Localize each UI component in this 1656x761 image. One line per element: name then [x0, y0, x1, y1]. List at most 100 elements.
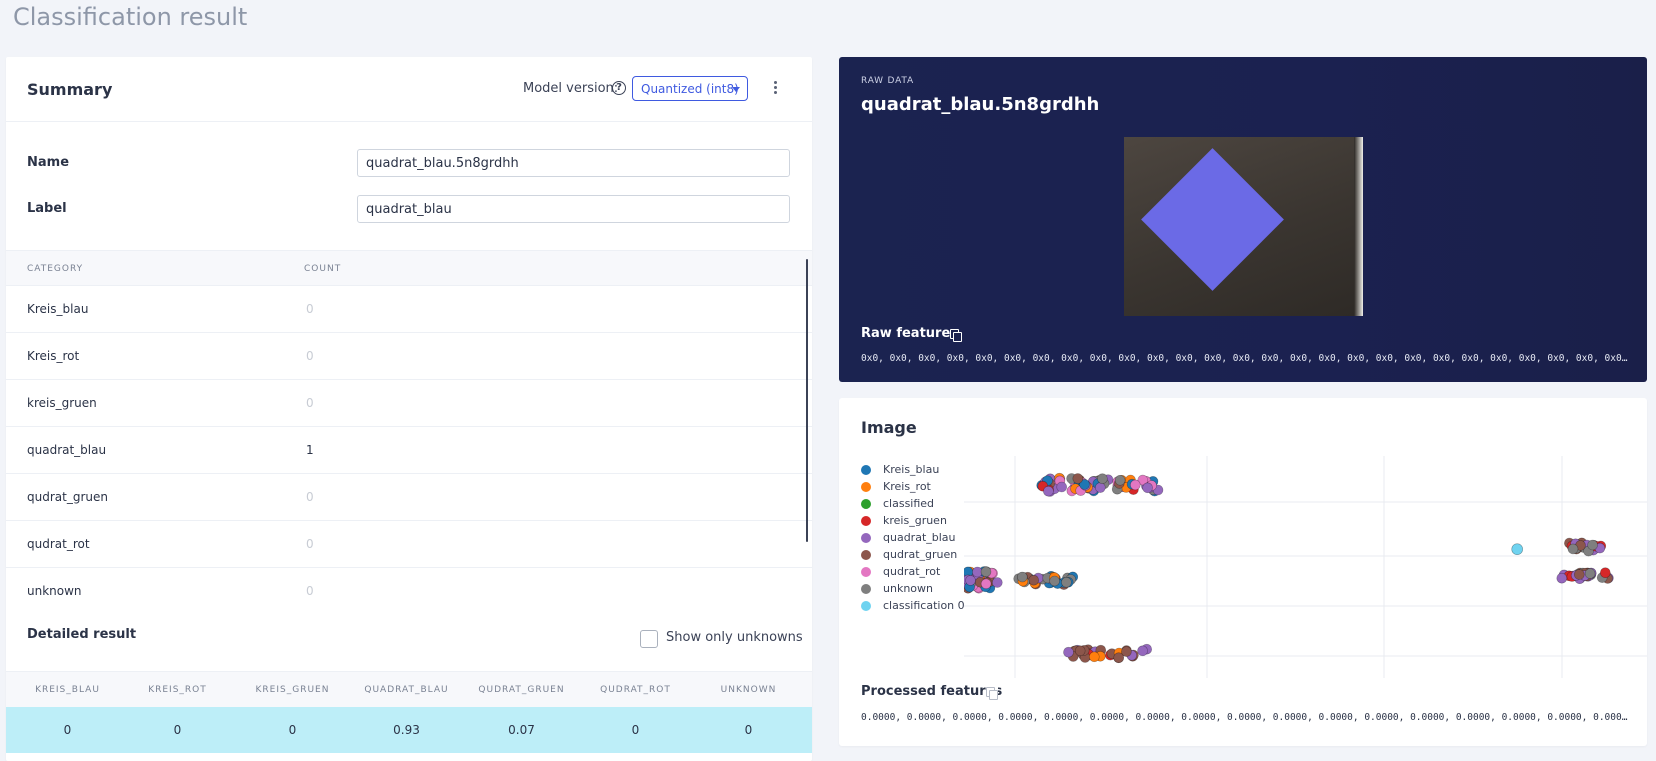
legend-label: unknown — [883, 582, 933, 595]
scatter-point — [1584, 568, 1596, 579]
scatter-point — [1028, 574, 1039, 586]
category-name: quadrat_blau — [27, 443, 107, 457]
category-name: kreis_gruen — [27, 396, 97, 410]
model-version-value: Quantized (int8) — [641, 82, 739, 96]
name-field-row: Name — [27, 149, 797, 177]
category-count: 0 — [306, 396, 314, 410]
show-unknowns-checkbox[interactable] — [640, 630, 658, 648]
category-count: 0 — [306, 584, 314, 598]
table-scrollbar[interactable] — [806, 259, 808, 542]
name-label: Name — [27, 155, 70, 170]
category-count: 0 — [306, 302, 314, 316]
table-row: unknown 0 — [6, 568, 812, 615]
category-table-header: CATEGORY COUNT — [6, 250, 812, 286]
more-options-icon[interactable] — [772, 81, 778, 97]
column-header: QUDRAT_ROT — [600, 685, 671, 695]
scatter-point — [1072, 473, 1084, 484]
scatter-point — [1130, 479, 1141, 491]
table-row: qudrat_gruen 0 — [6, 474, 812, 521]
detailed-result-row: 0 0 0 0.93 0.07 0 0 — [6, 707, 812, 753]
scatter-point — [1113, 652, 1124, 663]
scatter-point — [1556, 572, 1568, 584]
blue-square-shape — [1141, 148, 1284, 291]
scatter-point — [991, 577, 1003, 588]
scatter-point — [1061, 577, 1072, 588]
scatter-point — [1587, 539, 1598, 551]
scatter-point — [1137, 645, 1148, 657]
feature-scatter-plot[interactable] — [964, 456, 1647, 678]
category-column-header: CATEGORY — [27, 264, 84, 274]
raw-data-filename: quadrat_blau.5n8grdhh — [861, 94, 1100, 115]
summary-title: Summary — [27, 80, 113, 99]
label-field-row: Label — [27, 195, 797, 223]
summary-card: Summary Model version: ? Quantized (int8… — [6, 57, 812, 761]
category-count: 1 — [306, 443, 314, 457]
legend-dot — [861, 465, 871, 475]
help-icon[interactable]: ? — [612, 81, 626, 95]
scatter-point — [1095, 482, 1106, 493]
legend-label: Kreis_blau — [883, 463, 940, 476]
raw-data-eyebrow: RAW DATA — [861, 76, 914, 86]
result-value: 0 — [63, 723, 72, 737]
column-header: KREIS_GRUEN — [255, 685, 330, 695]
table-row: kreis_gruen 0 — [6, 380, 812, 427]
category-table: CATEGORY COUNT Kreis_blau 0 Kreis_rot 0 … — [6, 250, 812, 615]
legend-dot — [861, 533, 871, 543]
legend-dot — [861, 601, 871, 611]
scatter-point — [1567, 543, 1579, 555]
result-value: 0.93 — [393, 723, 420, 737]
show-unknowns-label[interactable]: Show only unknowns — [666, 630, 803, 645]
name-input[interactable] — [357, 149, 790, 177]
label-input[interactable] — [357, 195, 790, 223]
scatter-point — [1049, 575, 1060, 587]
legend-dot — [861, 567, 871, 577]
model-version-select[interactable]: Quantized (int8) — [632, 76, 748, 101]
legend-dot — [861, 550, 871, 560]
column-header: QUDRAT_GRUEN — [478, 685, 565, 695]
scatter-point — [1114, 474, 1126, 486]
scatter-point — [1599, 567, 1611, 578]
table-row: Kreis_rot 0 — [6, 333, 812, 380]
legend-dot — [861, 516, 871, 526]
scatter-point — [1016, 571, 1028, 583]
category-name: Kreis_rot — [27, 349, 80, 363]
legend-dot — [861, 499, 871, 509]
page-title: Classification result — [13, 3, 248, 31]
scatter-point — [1142, 482, 1153, 494]
detailed-result-title: Detailed result — [27, 627, 137, 642]
scatter-point — [980, 566, 992, 577]
result-value: 0 — [744, 723, 753, 737]
scatter-point — [1089, 651, 1100, 663]
table-row: qudrat_rot 0 — [6, 521, 812, 568]
legend-label: Kreis_rot — [883, 480, 931, 493]
legend-label: qudrat_gruen — [883, 548, 958, 561]
scatter-point — [1043, 485, 1054, 497]
processed-features-title: Processed features — [861, 684, 1003, 699]
legend-dot — [861, 482, 871, 492]
sample-image — [1124, 137, 1363, 316]
processed-features-values: 0.0000, 0.0000, 0.0000, 0.0000, 0.0000, … — [861, 712, 1629, 723]
detailed-table-header: KREIS_BLAU KREIS_ROT KREIS_GRUEN QUADRAT… — [6, 671, 812, 707]
legend-label: quadrat_blau — [883, 531, 956, 544]
legend-label: qudrat_rot — [883, 565, 941, 578]
count-column-header: COUNT — [304, 264, 342, 274]
table-row: quadrat_blau 1 — [6, 427, 812, 474]
category-name: Kreis_blau — [27, 302, 89, 316]
highlighted-point — [1511, 543, 1524, 555]
raw-features-title: Raw features — [861, 326, 958, 341]
scatter-point — [1097, 473, 1108, 485]
category-name: qudrat_gruen — [27, 490, 108, 504]
legend-label: classification 0 — [883, 599, 965, 612]
result-value: 0 — [631, 723, 640, 737]
copy-icon[interactable] — [950, 329, 962, 342]
copy-icon[interactable] — [986, 687, 998, 700]
table-row: Kreis_blau 0 — [6, 286, 812, 333]
category-count: 0 — [306, 537, 314, 551]
column-header: KREIS_ROT — [148, 685, 207, 695]
raw-data-card: RAW DATA quadrat_blau.5n8grdhh Raw featu… — [839, 57, 1647, 382]
scatter-point — [965, 575, 976, 586]
result-value: 0 — [173, 723, 182, 737]
summary-header: Summary Model version: ? Quantized (int8… — [6, 57, 812, 122]
column-header: QUADRAT_BLAU — [364, 685, 449, 695]
column-header: UNKNOWN — [720, 685, 777, 695]
